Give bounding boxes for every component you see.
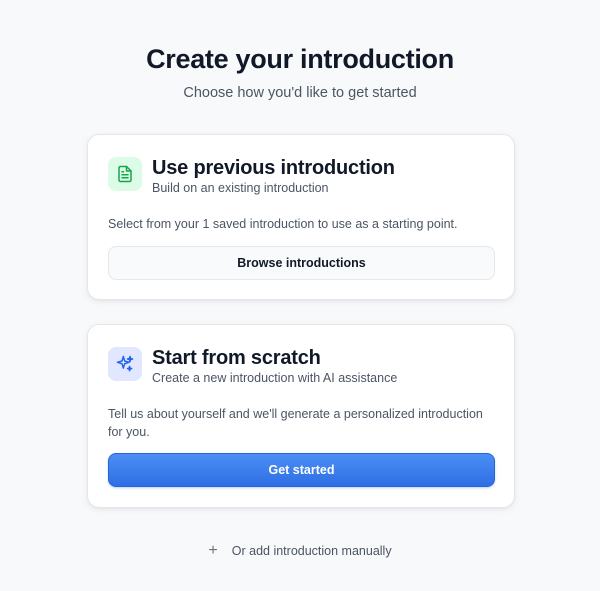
card-description: Tell us about yourself and we'll generat… [108,407,483,439]
card-heading-group: Start from scratch Create a new introduc… [152,347,397,386]
add-manually-link[interactable]: + Or add introduction manually [0,543,600,559]
card-header: Start from scratch Create a new introduc… [108,347,397,386]
card-header: Use previous introduction Build on an ex… [108,157,395,196]
page-subtitle: Choose how you'd like to get started [183,85,417,101]
start-from-scratch-card: Start from scratch Create a new introduc… [87,324,515,508]
card-title: Use previous introduction [152,157,395,179]
get-started-button[interactable]: Get started [108,453,495,487]
page-title: Create your introduction [146,44,454,74]
use-previous-card: Use previous introduction Build on an ex… [87,134,515,300]
plus-icon: + [208,542,218,559]
card-subtitle: Build on an existing introduction [152,181,329,195]
card-description: Select from your 1 saved introduction to… [108,217,458,231]
sparkles-icon [108,347,142,381]
document-icon [108,157,142,191]
add-manually-label: Or add introduction manually [231,544,392,558]
card-heading-group: Use previous introduction Build on an ex… [152,157,395,196]
card-subtitle: Create a new introduction with AI assist… [152,371,398,385]
page: Create your introduction Choose how you'… [0,0,600,591]
card-title: Start from scratch [152,347,321,369]
browse-introductions-button[interactable]: Browse introductions [108,246,495,280]
